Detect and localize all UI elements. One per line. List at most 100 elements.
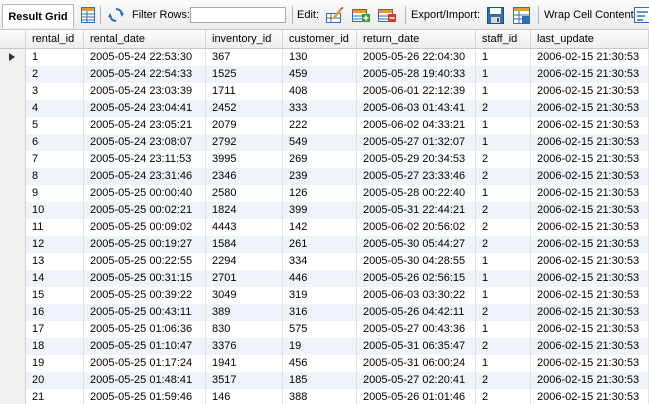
cell-return-date[interactable]: 2005-05-30 04:28:55 — [357, 253, 476, 270]
table-row[interactable]: 14 2005-05-25 00:31:15 2701 446 2005-05-26 0… — [0, 270, 649, 287]
result-grid[interactable]: rental_id rental_date inventory_id customer… — [0, 30, 649, 404]
cell-rental-id[interactable]: 5 — [26, 117, 84, 134]
cell-customer-id[interactable]: 575 — [283, 321, 357, 338]
cell-customer-id[interactable]: 126 — [283, 185, 357, 202]
cell-last-update[interactable]: 2006-02-15 21:30:53 — [531, 287, 649, 304]
cell-customer-id[interactable]: 222 — [283, 117, 357, 134]
cell-staff-id[interactable]: 2 — [476, 202, 531, 219]
cell-inventory-id[interactable]: 2580 — [206, 185, 283, 202]
cell-staff-id[interactable]: 1 — [476, 83, 531, 100]
cell-rental-id[interactable]: 15 — [26, 287, 84, 304]
table-row[interactable]: 2 2005-05-24 22:54:33 1525 459 2005-05-28 19… — [0, 66, 649, 83]
cell-customer-id[interactable]: 185 — [283, 372, 357, 389]
cell-last-update[interactable]: 2006-02-15 21:30:53 — [531, 134, 649, 151]
table-row[interactable]: 7 2005-05-24 23:11:53 3995 269 2005-05-29 20… — [0, 151, 649, 168]
cell-customer-id[interactable]: 130 — [283, 49, 357, 66]
row-selector[interactable] — [0, 372, 26, 389]
cell-staff-id[interactable]: 1 — [476, 66, 531, 83]
cell-rental-date[interactable]: 2005-05-24 22:53:30 — [84, 49, 206, 66]
cell-customer-id[interactable]: 142 — [283, 219, 357, 236]
cell-return-date[interactable]: 2005-05-28 19:40:33 — [357, 66, 476, 83]
row-selector[interactable] — [0, 304, 26, 321]
cell-inventory-id[interactable]: 2792 — [206, 134, 283, 151]
cell-return-date[interactable]: 2005-05-29 20:34:53 — [357, 151, 476, 168]
cell-return-date[interactable]: 2005-05-31 22:44:21 — [357, 202, 476, 219]
row-selector[interactable] — [0, 321, 26, 338]
cell-return-date[interactable]: 2005-05-27 23:33:46 — [357, 168, 476, 185]
cell-last-update[interactable]: 2006-02-15 21:30:53 — [531, 355, 649, 372]
cell-rental-date[interactable]: 2005-05-25 00:02:21 — [84, 202, 206, 219]
cell-customer-id[interactable]: 459 — [283, 66, 357, 83]
cell-rental-id[interactable]: 6 — [26, 134, 84, 151]
table-row[interactable]: 13 2005-05-25 00:22:55 2294 334 2005-05-30 0… — [0, 253, 649, 270]
cell-customer-id[interactable]: 456 — [283, 355, 357, 372]
cell-rental-id[interactable]: 19 — [26, 355, 84, 372]
cell-inventory-id[interactable]: 389 — [206, 304, 283, 321]
cell-inventory-id[interactable]: 3049 — [206, 287, 283, 304]
delete-row-icon[interactable] — [376, 0, 398, 30]
column-header-inventory-id[interactable]: inventory_id — [206, 30, 283, 49]
cell-last-update[interactable]: 2006-02-15 21:30:53 — [531, 219, 649, 236]
cell-rental-date[interactable]: 2005-05-24 23:03:39 — [84, 83, 206, 100]
cell-rental-id[interactable]: 13 — [26, 253, 84, 270]
cell-customer-id[interactable]: 334 — [283, 253, 357, 270]
cell-last-update[interactable]: 2006-02-15 21:30:53 — [531, 236, 649, 253]
cell-customer-id[interactable]: 399 — [283, 202, 357, 219]
cell-last-update[interactable]: 2006-02-15 21:30:53 — [531, 185, 649, 202]
cell-return-date[interactable]: 2005-05-30 05:44:27 — [357, 236, 476, 253]
cell-rental-id[interactable]: 8 — [26, 168, 84, 185]
cell-rental-id[interactable]: 4 — [26, 100, 84, 117]
cell-staff-id[interactable]: 2 — [476, 372, 531, 389]
cell-staff-id[interactable]: 2 — [476, 236, 531, 253]
cell-rental-id[interactable]: 7 — [26, 151, 84, 168]
cell-rental-id[interactable]: 10 — [26, 202, 84, 219]
cell-inventory-id[interactable]: 1711 — [206, 83, 283, 100]
cell-rental-date[interactable]: 2005-05-25 01:06:36 — [84, 321, 206, 338]
cell-inventory-id[interactable]: 1584 — [206, 236, 283, 253]
cell-last-update[interactable]: 2006-02-15 21:30:53 — [531, 49, 649, 66]
column-header-rental-date[interactable]: rental_date — [84, 30, 206, 49]
cell-rental-id[interactable]: 20 — [26, 372, 84, 389]
cell-inventory-id[interactable]: 2346 — [206, 168, 283, 185]
cell-rental-id[interactable]: 3 — [26, 83, 84, 100]
cell-inventory-id[interactable]: 2452 — [206, 100, 283, 117]
row-selector[interactable] — [0, 355, 26, 372]
row-selector[interactable] — [0, 66, 26, 83]
cell-return-date[interactable]: 2005-06-03 01:43:41 — [357, 100, 476, 117]
cell-last-update[interactable]: 2006-02-15 21:30:53 — [531, 372, 649, 389]
cell-rental-date[interactable]: 2005-05-25 01:17:24 — [84, 355, 206, 372]
cell-inventory-id[interactable]: 830 — [206, 321, 283, 338]
filter-rows-input[interactable] — [190, 7, 286, 23]
cell-inventory-id[interactable]: 146 — [206, 389, 283, 404]
cell-rental-date[interactable]: 2005-05-25 00:31:15 — [84, 270, 206, 287]
grid-view-icon[interactable] — [78, 0, 98, 30]
cell-return-date[interactable]: 2005-05-27 00:43:36 — [357, 321, 476, 338]
cell-return-date[interactable]: 2005-05-31 06:35:47 — [357, 338, 476, 355]
row-selector[interactable] — [0, 389, 26, 404]
table-row[interactable]: 21 2005-05-25 01:59:46 146 388 2005-05-26 01… — [0, 389, 649, 404]
cell-customer-id[interactable]: 319 — [283, 287, 357, 304]
cell-return-date[interactable]: 2005-06-03 03:30:22 — [357, 287, 476, 304]
cell-last-update[interactable]: 2006-02-15 21:30:53 — [531, 338, 649, 355]
cell-last-update[interactable]: 2006-02-15 21:30:53 — [531, 321, 649, 338]
cell-staff-id[interactable]: 2 — [476, 100, 531, 117]
table-row[interactable]: 1 2005-05-24 22:53:30 367 130 2005-05-26 22:… — [0, 49, 649, 66]
cell-rental-id[interactable]: 16 — [26, 304, 84, 321]
cell-staff-id[interactable]: 2 — [476, 304, 531, 321]
cell-rental-date[interactable]: 2005-05-25 01:10:47 — [84, 338, 206, 355]
cell-rental-id[interactable]: 21 — [26, 389, 84, 404]
cell-customer-id[interactable]: 388 — [283, 389, 357, 404]
cell-last-update[interactable]: 2006-02-15 21:30:53 — [531, 66, 649, 83]
cell-staff-id[interactable]: 1 — [476, 253, 531, 270]
table-row[interactable]: 12 2005-05-25 00:19:27 1584 261 2005-05-30 0… — [0, 236, 649, 253]
cell-last-update[interactable]: 2006-02-15 21:30:53 — [531, 83, 649, 100]
cell-staff-id[interactable]: 1 — [476, 355, 531, 372]
cell-inventory-id[interactable]: 3517 — [206, 372, 283, 389]
cell-rental-id[interactable]: 1 — [26, 49, 84, 66]
cell-customer-id[interactable]: 269 — [283, 151, 357, 168]
cell-return-date[interactable]: 2005-05-27 01:32:07 — [357, 134, 476, 151]
cell-customer-id[interactable]: 549 — [283, 134, 357, 151]
cell-staff-id[interactable]: 1 — [476, 134, 531, 151]
cell-rental-id[interactable]: 14 — [26, 270, 84, 287]
table-row[interactable]: 3 2005-05-24 23:03:39 1711 408 2005-06-01 22… — [0, 83, 649, 100]
